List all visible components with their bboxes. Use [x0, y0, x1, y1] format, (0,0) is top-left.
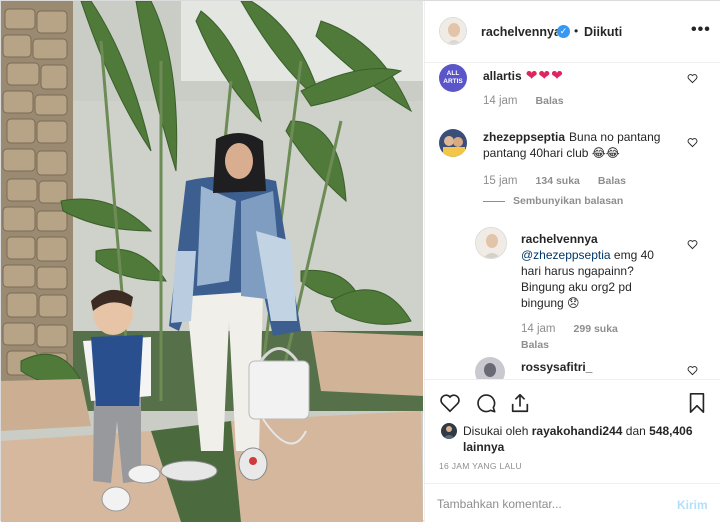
reply-like-heart-icon[interactable]	[687, 239, 698, 250]
commenter-avatar-image	[475, 357, 505, 379]
comment-input[interactable]	[437, 494, 657, 514]
likes-text: Disukai oleh rayakohandi244 dan 548,406 …	[463, 423, 703, 455]
likes-count[interactable]: 548,406	[649, 424, 692, 438]
author-avatar[interactable]	[439, 17, 467, 45]
post-photo[interactable]	[1, 1, 423, 522]
post-comment-button[interactable]: Kirim	[677, 498, 708, 512]
commenter-username[interactable]: zhezeppseptia	[483, 130, 565, 144]
author-username[interactable]: rachelvennya	[481, 25, 561, 39]
like-heart-icon[interactable]	[439, 392, 461, 414]
add-comment-bar: Kirim	[425, 483, 720, 522]
reply-avatar-image	[476, 228, 506, 258]
commenter-username[interactable]: allartis	[483, 69, 522, 83]
more-options-icon[interactable]: •••	[691, 21, 711, 39]
reply-text-block: rachelvennya @zhezeppseptia emg 40 hari …	[521, 231, 671, 311]
comment-like-heart-icon[interactable]	[687, 365, 698, 376]
liker-username[interactable]: rayakohandi244	[532, 424, 623, 438]
reply-button[interactable]: Balas	[521, 339, 549, 351]
instagram-post-modal: rachelvennya ✓ • Diikuti ••• ALL ARTIS a…	[0, 0, 720, 522]
commenter-username[interactable]: rossysafitri_	[521, 360, 592, 374]
author-avatar-image	[440, 18, 466, 44]
commenter-avatar[interactable]	[439, 129, 467, 157]
hide-replies-line	[483, 200, 505, 202]
post-action-bar	[425, 379, 720, 423]
reply-like-count[interactable]: 299 suka	[574, 323, 618, 335]
likes-prefix: Disukai oleh	[463, 424, 529, 438]
reply-mention[interactable]: @zhezeppseptia	[521, 248, 611, 262]
comment-text: ❤❤❤	[525, 67, 564, 83]
reply-button[interactable]: Balas	[598, 175, 626, 187]
hide-replies-label: Sembunyikan balasan	[513, 195, 624, 207]
comment-like-heart-icon[interactable]	[687, 73, 698, 84]
commenter-avatar[interactable]: ALL ARTIS	[439, 64, 467, 92]
follow-status-button[interactable]: Diikuti	[584, 25, 622, 39]
post-timestamp[interactable]: 16 JAM YANG LALU	[439, 461, 522, 471]
reply-actions: Balas	[521, 339, 567, 351]
liker-avatar[interactable]	[441, 423, 457, 439]
hide-replies-button[interactable]: Sembunyikan balasan	[483, 195, 623, 207]
comment-like-heart-icon[interactable]	[687, 137, 698, 148]
comment-time: 14 jam	[483, 95, 518, 107]
reply-button[interactable]: Balas	[536, 95, 564, 107]
commenter-avatar-image	[439, 129, 467, 157]
commenter-avatar[interactable]	[475, 357, 505, 379]
reply-time: 14 jam	[521, 323, 556, 335]
bookmark-icon[interactable]	[687, 392, 707, 414]
comment-meta: 14 jam Balas	[483, 95, 582, 107]
comment-bubble-icon[interactable]	[475, 392, 497, 414]
likes-conj: dan	[625, 424, 646, 438]
liker-avatar-image	[441, 423, 457, 439]
photo-illustration	[1, 1, 423, 522]
reply-username[interactable]: rachelvennya	[521, 231, 667, 247]
comment-text-block: allartis ❤❤❤	[483, 67, 683, 84]
post-header: rachelvennya ✓ • Diikuti •••	[425, 1, 720, 63]
comment-text-block: zhezeppseptia Buna no pantang pantang 40h…	[483, 129, 683, 161]
reply-meta: 14 jam 299 suka	[521, 323, 636, 335]
comment-time: 15 jam	[483, 175, 518, 187]
header-separator: •	[574, 24, 579, 38]
reply-avatar[interactable]	[475, 227, 507, 259]
comment-meta: 15 jam 134 suka Balas	[483, 175, 644, 187]
post-sidebar: rachelvennya ✓ • Diikuti ••• ALL ARTIS a…	[424, 1, 720, 522]
likes-suffix[interactable]: lainnya	[463, 440, 504, 454]
verified-badge-icon: ✓	[557, 25, 570, 38]
share-upload-icon[interactable]	[509, 392, 531, 414]
comment-like-count[interactable]: 134 suka	[536, 175, 580, 187]
comments-list[interactable]: ALL ARTIS allartis ❤❤❤ 14 jam Balas zhez…	[425, 63, 720, 379]
